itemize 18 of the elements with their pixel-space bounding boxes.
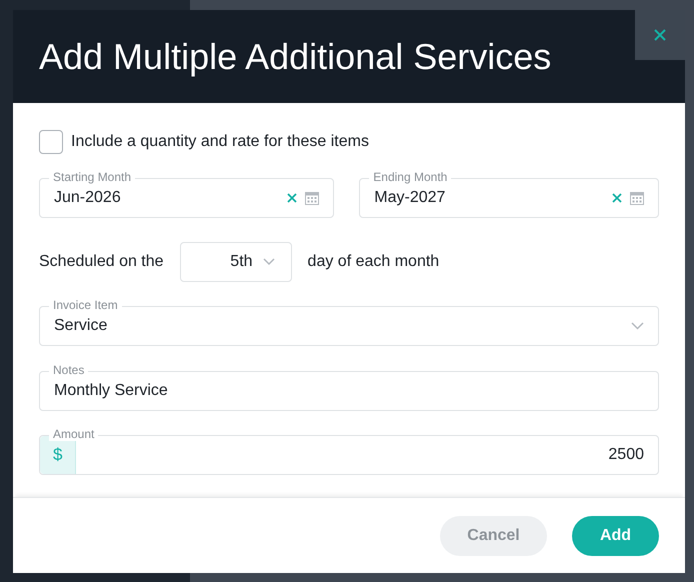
schedule-label: day of each month xyxy=(308,252,440,272)
checkbox[interactable] xyxy=(39,130,63,154)
day-dropdown[interactable]: 5th xyxy=(180,242,292,282)
dialog-title: Add Multiple Additional Services xyxy=(39,34,552,78)
calendar-icon xyxy=(630,191,644,205)
clear-icon[interactable] xyxy=(287,193,298,203)
checkbox-label: Include a quantity and rate for these items xyxy=(71,132,369,152)
field-label: Starting Month xyxy=(49,170,136,184)
clear-icon[interactable] xyxy=(612,193,622,203)
chevron-down-icon xyxy=(262,258,275,266)
schedule-label: Scheduled on the xyxy=(39,252,164,272)
field-label: Notes xyxy=(49,363,88,377)
field-label: Invoice Item xyxy=(49,298,122,312)
calendar-icon xyxy=(305,191,320,205)
chevron-down-icon xyxy=(631,322,644,330)
field-label: Ending Month xyxy=(369,170,452,184)
close-icon xyxy=(654,29,666,41)
field-label: Amount xyxy=(49,427,98,441)
